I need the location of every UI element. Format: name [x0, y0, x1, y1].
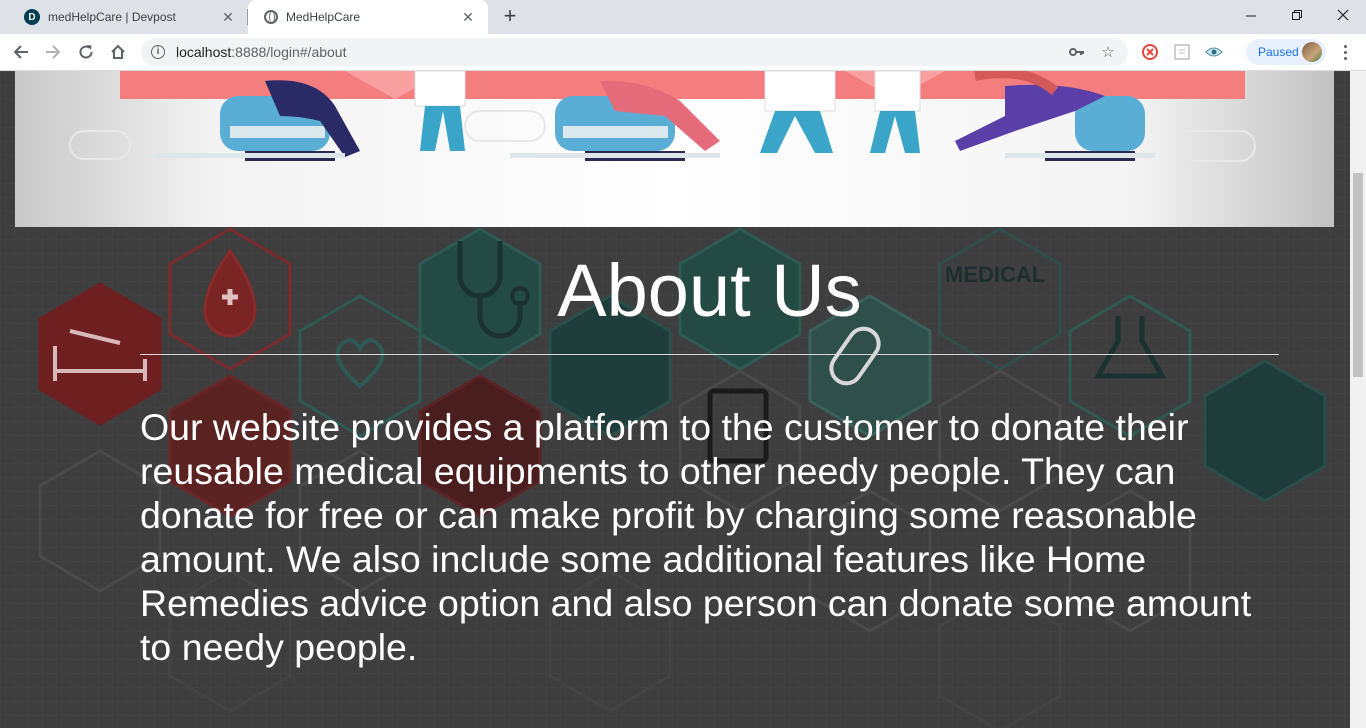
- restore-button[interactable]: [1274, 0, 1320, 30]
- forward-button[interactable]: [41, 40, 65, 64]
- globe-icon: [264, 10, 278, 24]
- reload-icon: [79, 45, 93, 59]
- close-icon[interactable]: ✕: [460, 9, 476, 25]
- page-scrollbar[interactable]: [1350, 71, 1366, 728]
- close-window-button[interactable]: [1320, 0, 1366, 30]
- home-button[interactable]: [106, 40, 130, 64]
- patients-illustration-image: [69, 71, 1256, 162]
- profile-paused-button[interactable]: Paused: [1246, 39, 1326, 65]
- key-icon[interactable]: [1068, 43, 1086, 61]
- minimize-icon: [1245, 15, 1256, 16]
- about-description: Our website provides a platform to the c…: [140, 406, 1252, 668]
- browser-menu-button[interactable]: [1334, 40, 1356, 64]
- scrollbar-thumb[interactable]: [1353, 173, 1363, 377]
- address-bar[interactable]: i localhost:8888/login#/about ☆: [141, 38, 1128, 66]
- home-icon: [111, 44, 125, 59]
- new-tab-button[interactable]: +: [498, 5, 522, 29]
- extension-eye-icon[interactable]: [1205, 43, 1223, 61]
- tab-medhelpcare[interactable]: MedHelpCare ✕: [248, 0, 488, 34]
- back-button[interactable]: [9, 40, 33, 64]
- reload-button[interactable]: [74, 40, 98, 64]
- extension-box-icon[interactable]: [1173, 43, 1191, 61]
- close-icon[interactable]: ✕: [220, 9, 236, 25]
- url-text[interactable]: localhost:8888/login#/about: [176, 44, 346, 60]
- tab-devpost[interactable]: D medHelpCare | Devpost ✕: [8, 0, 248, 34]
- avatar: [1302, 42, 1322, 62]
- forward-arrow-icon: [46, 45, 61, 59]
- profile-status-label: Paused: [1258, 45, 1299, 59]
- minimize-button[interactable]: [1228, 0, 1274, 30]
- browser-toolbar: i localhost:8888/login#/about ☆ Paused: [0, 34, 1366, 71]
- page-viewport: MEDICAL About Us Our website provides a …: [0, 71, 1350, 728]
- restore-icon: [1291, 9, 1302, 20]
- info-icon[interactable]: i: [151, 45, 165, 59]
- extension-blocker-icon[interactable]: [1141, 43, 1159, 61]
- tab-strip: D medHelpCare | Devpost ✕ MedHelpCare ✕ …: [0, 0, 1366, 34]
- back-arrow-icon: [13, 45, 28, 59]
- url-host: localhost: [176, 44, 232, 60]
- close-window-icon: [1337, 9, 1349, 21]
- devpost-favicon-icon: D: [24, 9, 40, 25]
- url-path: :8888/login#/about: [231, 44, 347, 60]
- page-title: About Us: [557, 249, 862, 332]
- hero-illustration: [15, 71, 1334, 227]
- title-divider: [140, 354, 1279, 355]
- bookmark-star-icon[interactable]: ☆: [1099, 43, 1117, 61]
- tab-title: medHelpCare | Devpost: [48, 10, 176, 24]
- tab-title: MedHelpCare: [286, 10, 361, 24]
